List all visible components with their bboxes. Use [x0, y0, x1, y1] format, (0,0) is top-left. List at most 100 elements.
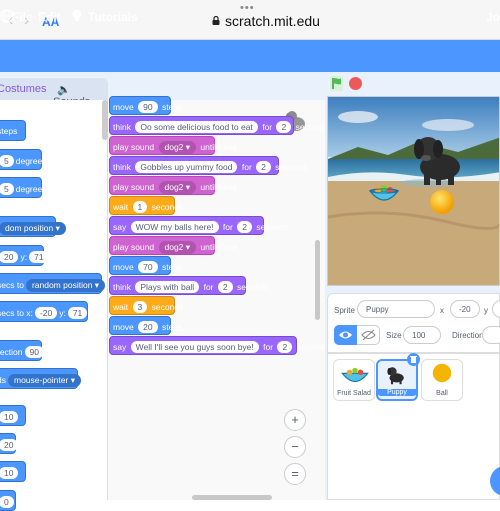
green-flag-icon[interactable]	[329, 76, 344, 91]
block-input[interactable]: 70	[138, 261, 158, 273]
palette-change-y-block[interactable]: 10	[0, 461, 26, 482]
zoom-reset-button[interactable]: =	[284, 463, 306, 485]
dropdown-label: mouse-pointer	[13, 375, 69, 385]
block-text: wait	[113, 202, 129, 212]
script-block-looks[interactable]: say WOW my balls here! for 2 seconds	[109, 216, 288, 235]
palette-point-towards-block[interactable]: dsmouse-pointer ▾	[0, 368, 81, 389]
code-vertical-scrollbar[interactable]	[315, 240, 320, 320]
block-input[interactable]: 2	[237, 221, 252, 233]
block-input[interactable]: 2	[256, 161, 271, 173]
block-input[interactable]: Gobbles up yummy food	[135, 161, 238, 173]
fruit-salad-sprite[interactable]	[368, 183, 400, 205]
block-input[interactable]: 0	[0, 496, 14, 508]
block-text: move	[113, 262, 134, 272]
ball-sprite[interactable]	[429, 189, 455, 215]
palette-change-x-block[interactable]: 10	[0, 405, 26, 426]
script-block-control[interactable]: wait 3 seconds	[109, 296, 183, 315]
palette-glide-xy-block[interactable]: secs to x: -20 y: 71	[0, 301, 88, 322]
block-input[interactable]: 3	[132, 301, 148, 313]
block-text: think	[113, 162, 131, 172]
show-sprite-button[interactable]	[334, 325, 357, 345]
block-dropdown[interactable]: dog2 ▾	[158, 181, 197, 194]
x-position-field[interactable]: -20	[450, 300, 480, 318]
palette-turn-left-block[interactable]: 5 degrees	[0, 177, 46, 198]
block-text: degrees	[15, 184, 47, 194]
code-horizontal-scrollbar[interactable]	[192, 495, 272, 500]
block-input[interactable]: 90	[138, 101, 158, 113]
stage-canvas[interactable]	[327, 96, 500, 286]
block-input[interactable]: 5	[0, 183, 14, 195]
block-input[interactable]: 2	[217, 281, 233, 293]
size-field[interactable]: 100	[403, 326, 441, 344]
zoom-in-button[interactable]: +	[284, 409, 306, 431]
url-field[interactable]: scratch.mit.edu	[225, 13, 320, 29]
script-block-motion[interactable]: move 90 steps	[109, 96, 182, 115]
script-block-sound[interactable]: play sound dog2 ▾ until done	[109, 136, 237, 155]
sprite-label: Sprite	[334, 306, 355, 315]
block-dropdown[interactable]: mouse-pointer ▾	[7, 374, 81, 387]
palette-goto-xy-block[interactable]: 20 y: 71	[0, 245, 49, 266]
script-block-looks[interactable]: say Well I'll see you guys soon bye! for…	[109, 336, 328, 355]
zoom-out-button[interactable]: −	[284, 436, 306, 458]
block-dropdown[interactable]: dog2 ▾	[158, 241, 197, 254]
block-input[interactable]: 71	[67, 307, 88, 319]
block-input[interactable]: 10	[0, 411, 19, 423]
block-text: play sound	[113, 182, 155, 192]
block-input[interactable]: -20	[34, 307, 58, 319]
hide-sprite-button[interactable]	[357, 325, 380, 345]
block-input[interactable]: 10	[0, 467, 19, 479]
sprite-list: Fruit Salad Puppy Ball	[330, 353, 500, 406]
sprite-tile-fruit-salad[interactable]: Fruit Salad	[333, 359, 375, 401]
palette-point-direction-block[interactable]: rection90	[0, 340, 44, 361]
palette-set-x-block[interactable]: 20	[0, 433, 19, 454]
sprite-name-field[interactable]: Puppy	[357, 300, 435, 318]
direction-field[interactable]	[482, 326, 500, 344]
palette-set-y-block[interactable]: 0	[0, 490, 16, 511]
tab-costumes-label: Costumes	[0, 83, 47, 95]
file-menu[interactable]: File	[12, 10, 33, 24]
script-block-looks[interactable]: think Gobbles up yummy food for 2 second…	[109, 156, 307, 175]
block-input[interactable]: Plays with ball	[135, 281, 200, 293]
block-input[interactable]: 1	[132, 201, 148, 213]
palette-glide-random-block[interactable]: secs torandom position ▾	[0, 273, 106, 294]
block-text: think	[113, 122, 131, 132]
tab-sounds[interactable]: 🔈Sounds	[46, 78, 108, 108]
block-input[interactable]: Oo some delicious food to eat	[135, 121, 258, 133]
block-dropdown[interactable]: dom position ▾	[0, 222, 66, 235]
script-block-motion[interactable]: move 70 steps	[109, 256, 182, 275]
block-input[interactable]: Well I'll see you guys soon bye!	[130, 341, 259, 353]
palette-goto-block[interactable]: dom position ▾	[0, 216, 66, 237]
block-input[interactable]: 20	[138, 321, 158, 333]
block-dropdown[interactable]: dog2 ▾	[158, 141, 197, 154]
block-text: until done	[200, 182, 238, 192]
script-block-motion[interactable]: move 20 steps	[109, 316, 182, 335]
tutorials-button[interactable]: Tutorials	[88, 10, 138, 24]
block-input[interactable]: 20	[0, 251, 19, 263]
sprite-tile-ball[interactable]: Ball	[421, 359, 463, 401]
script-block-sound[interactable]: play sound dog2 ▾ until done	[109, 176, 237, 195]
stop-icon[interactable]	[349, 77, 362, 90]
block-text: degrees	[15, 156, 47, 166]
menu-bar	[0, 40, 500, 72]
join-scratch-link[interactable]: Jo	[486, 10, 500, 24]
ball-thumbnail	[432, 363, 452, 383]
block-input[interactable]: 2	[276, 121, 292, 133]
block-text: steps	[162, 262, 183, 272]
block-text: for	[203, 282, 214, 292]
block-input[interactable]: 5	[0, 155, 14, 167]
block-input[interactable]: WOW my balls here!	[130, 221, 219, 233]
palette-turn-right-block[interactable]: 5 degrees	[0, 149, 46, 170]
block-input[interactable]: 20	[0, 439, 19, 451]
block-input[interactable]: 2	[277, 341, 293, 353]
block-input[interactable]: 90	[24, 346, 44, 358]
script-block-control[interactable]: wait 1 seconds	[109, 196, 183, 215]
script-block-looks[interactable]: think Plays with ball for 2 seconds	[109, 276, 269, 295]
palette-move-block[interactable]: steps	[0, 120, 26, 141]
puppy-sprite[interactable]	[410, 131, 472, 187]
block-dropdown[interactable]: random position ▾	[25, 279, 106, 292]
script-block-sound[interactable]: play sound dog2 ▾ until done	[109, 236, 237, 255]
script-block-looks[interactable]: think Oo some delicious food to eat for …	[109, 116, 327, 135]
block-input[interactable]: 71	[29, 251, 49, 263]
delete-sprite-button[interactable]	[407, 353, 420, 366]
edit-menu[interactable]: Edit	[38, 10, 61, 24]
